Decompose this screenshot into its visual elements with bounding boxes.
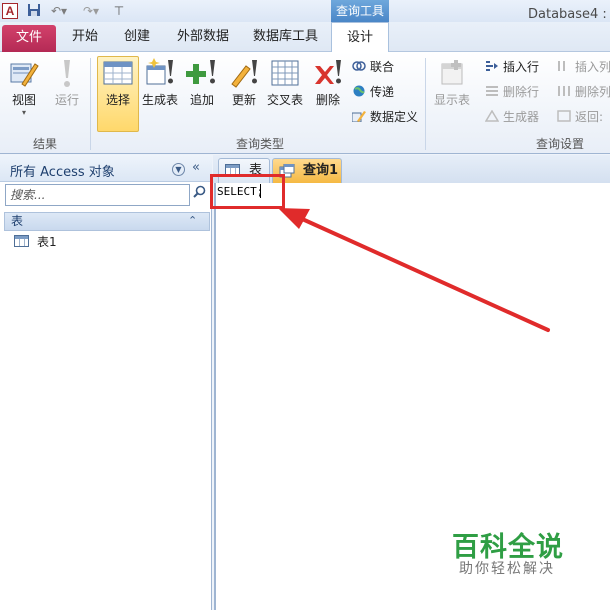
annotation-arrow (278, 208, 550, 332)
watermark-slogan: 助你轻松解决 (459, 561, 555, 577)
